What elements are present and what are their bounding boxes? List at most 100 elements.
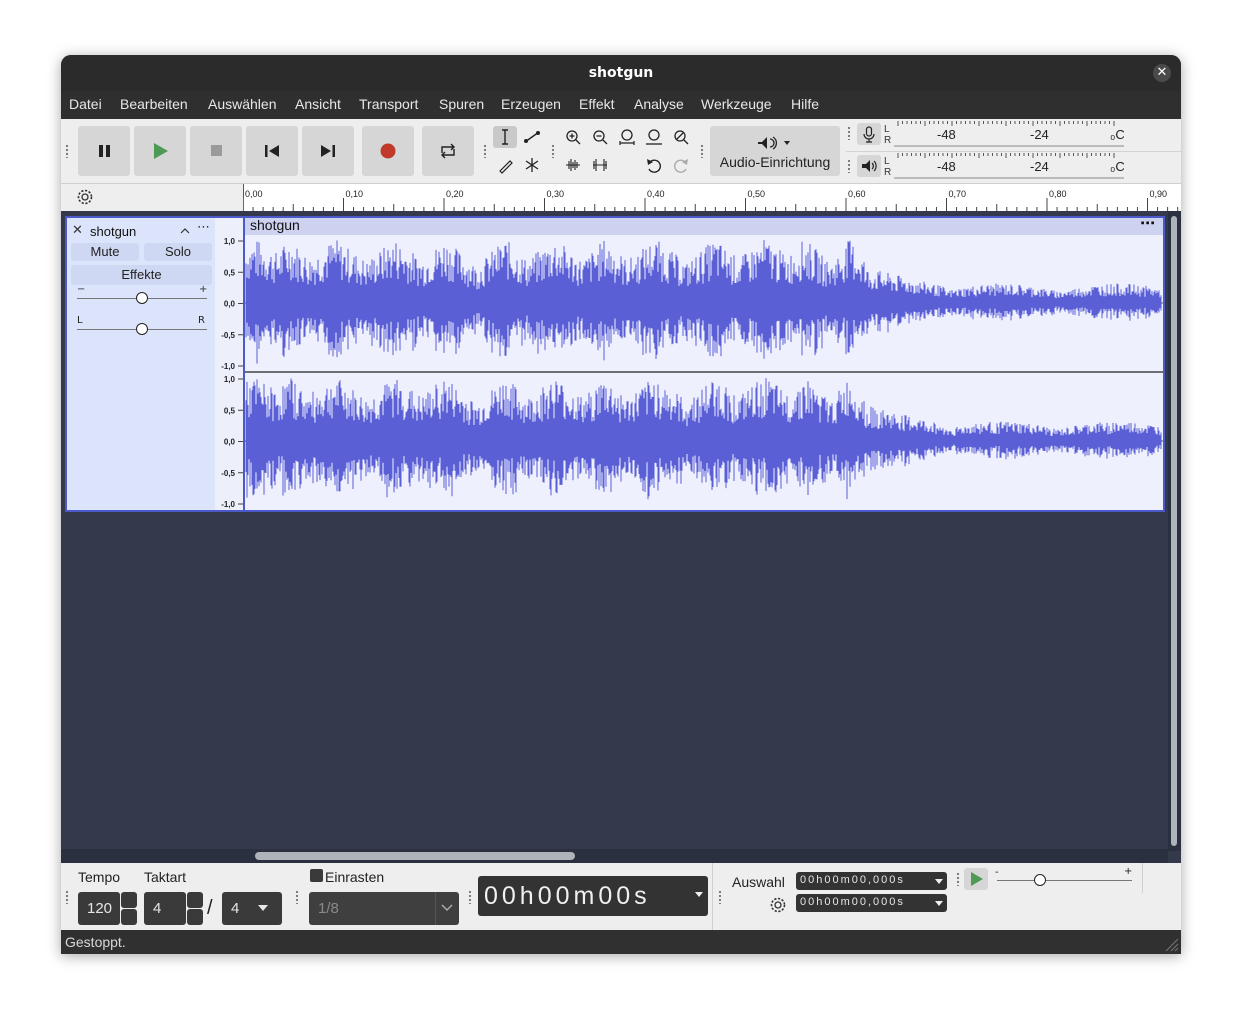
audio-clip[interactable]: shotgun ⋯ bbox=[243, 214, 1165, 512]
record-meter-button[interactable] bbox=[857, 123, 881, 145]
audio-setup-grip[interactable] bbox=[700, 144, 704, 158]
horizontal-scrollbar[interactable] bbox=[61, 849, 1168, 863]
undo-icon bbox=[647, 159, 661, 173]
tempo-input[interactable]: 120 bbox=[78, 892, 120, 925]
play-at-speed-grip[interactable] bbox=[956, 872, 960, 886]
selection-tool-button[interactable] bbox=[493, 126, 517, 148]
redo-button[interactable] bbox=[669, 154, 693, 176]
skip-to-end-button[interactable] bbox=[302, 126, 354, 176]
menu-auswaehlen[interactable]: Auswählen bbox=[208, 96, 277, 112]
record-meter[interactable]: LR -48 -24 ₀C bbox=[884, 121, 1124, 147]
waveform-channel-2 bbox=[245, 378, 1162, 500]
beats-decrement-button[interactable] bbox=[187, 909, 203, 925]
time-display-grip[interactable] bbox=[468, 890, 472, 904]
audio-setup-button[interactable]: Audio-Einrichtung bbox=[710, 126, 840, 176]
zoom-toggle-button[interactable] bbox=[669, 126, 693, 148]
waveform[interactable] bbox=[245, 235, 1163, 510]
menu-transport[interactable]: Transport bbox=[359, 96, 418, 112]
fit-selection-button[interactable] bbox=[615, 126, 639, 148]
close-track-icon[interactable]: ✕ bbox=[72, 223, 83, 238]
menu-bearbeiten[interactable]: Bearbeiten bbox=[120, 96, 188, 112]
amplitude-scale[interactable]: 1,0 0,5 0,0 -0,5 -1,0 1,0 0,5 0,0 -0,5 -1,0 bbox=[215, 216, 243, 512]
selection-start-field[interactable]: 00h00m00,000s bbox=[796, 872, 947, 890]
chevron-down-icon bbox=[935, 901, 943, 906]
menu-analyse[interactable]: Analyse bbox=[634, 96, 684, 112]
close-window-button[interactable]: ✕ bbox=[1153, 64, 1171, 82]
silence-selection-button[interactable] bbox=[588, 154, 612, 176]
skip-to-start-icon bbox=[265, 145, 279, 157]
timeline-ruler[interactable]: 0,00 0,10 0,20 0,30 0,40 0,50 0,60 0,70 0,80 0,90 bbox=[242, 184, 1181, 212]
resize-grip-icon[interactable] bbox=[1163, 936, 1179, 952]
playback-meter[interactable]: LR -48 -24 ₀C bbox=[884, 153, 1124, 179]
playback-meter-grip[interactable] bbox=[847, 159, 851, 173]
trim-outside-button[interactable] bbox=[561, 154, 585, 176]
fit-project-button[interactable] bbox=[642, 126, 666, 148]
record-button[interactable] bbox=[362, 126, 414, 176]
tempo-decrement-button[interactable] bbox=[121, 909, 137, 925]
vertical-scrollbar[interactable] bbox=[1168, 211, 1181, 851]
menu-effekt[interactable]: Effekt bbox=[579, 96, 615, 112]
track-menu-icon[interactable]: ⋯ bbox=[197, 220, 210, 235]
selection-end-field[interactable]: 00h00m00,000s bbox=[796, 894, 947, 912]
snap-interval-select[interactable]: 1/8 bbox=[309, 892, 459, 925]
vertical-scroll-thumb[interactable] bbox=[1171, 216, 1177, 846]
clip-menu-icon[interactable]: ⋯ bbox=[1140, 214, 1155, 232]
menu-hilfe[interactable]: Hilfe bbox=[791, 96, 819, 112]
menu-ansicht[interactable]: Ansicht bbox=[295, 96, 341, 112]
play-at-speed-button[interactable] bbox=[964, 868, 988, 890]
tempo-increment-button[interactable] bbox=[121, 892, 137, 908]
snap-grip[interactable] bbox=[295, 890, 299, 904]
speed-slider[interactable] bbox=[1034, 874, 1047, 886]
tools-grip[interactable] bbox=[483, 144, 487, 158]
time-signature-grip[interactable] bbox=[65, 890, 69, 904]
menu-spuren[interactable]: Spuren bbox=[439, 96, 484, 112]
clip-header[interactable]: shotgun ⋯ bbox=[245, 214, 1163, 235]
loop-button[interactable] bbox=[422, 126, 474, 176]
zoom-out-button[interactable] bbox=[588, 126, 612, 148]
ruler-tick-label: 0,60 bbox=[848, 189, 866, 199]
pan-slider[interactable] bbox=[136, 323, 148, 335]
amplitude-label: 0,0 bbox=[224, 300, 236, 309]
beats-input[interactable]: 4 bbox=[144, 892, 186, 925]
snap-interval-value: 1/8 bbox=[318, 900, 339, 917]
menu-werkzeuge[interactable]: Werkzeuge bbox=[701, 96, 772, 112]
envelope-tool-button[interactable] bbox=[520, 126, 544, 148]
playback-meter-button[interactable] bbox=[857, 155, 881, 177]
undo-button[interactable] bbox=[642, 154, 666, 176]
draw-tool-button[interactable] bbox=[493, 154, 517, 176]
horizontal-scroll-thumb[interactable] bbox=[255, 852, 575, 860]
play-button[interactable] bbox=[134, 126, 186, 176]
ruler-tick-label: 0,10 bbox=[346, 189, 364, 199]
snap-checkbox[interactable] bbox=[310, 869, 323, 882]
multi-tool-button[interactable] bbox=[520, 154, 544, 176]
menu-datei[interactable]: Datei bbox=[69, 96, 102, 112]
track-name[interactable]: shotgun bbox=[90, 224, 136, 239]
beat-value-select[interactable]: 4 bbox=[222, 892, 282, 925]
beats-increment-button[interactable] bbox=[187, 892, 203, 908]
time-display[interactable]: 00h00m00s bbox=[478, 876, 708, 916]
gain-slider[interactable] bbox=[136, 292, 148, 304]
toolbar-grip[interactable] bbox=[65, 144, 69, 158]
playback-meter-scale: -48 -24 ₀C bbox=[894, 153, 1124, 179]
ruler-tick-label: 0,30 bbox=[547, 189, 565, 199]
selection-settings-button[interactable] bbox=[766, 894, 790, 916]
record-meter-grip[interactable] bbox=[847, 126, 851, 140]
track-control-panel[interactable]: ✕ shotgun ⋯ Mute Solo Effekte − + L R bbox=[65, 216, 217, 512]
timeline-settings-button[interactable] bbox=[73, 186, 97, 208]
skip-to-start-button[interactable] bbox=[246, 126, 298, 176]
window-title: shotgun bbox=[588, 65, 654, 81]
fit-project-icon bbox=[646, 129, 662, 145]
selection-start-value: 00h00m00,000s bbox=[800, 874, 905, 886]
collapse-track-icon[interactable] bbox=[179, 226, 191, 236]
selection-grip[interactable] bbox=[718, 890, 722, 904]
pause-button[interactable] bbox=[78, 126, 130, 176]
mute-button[interactable]: Mute bbox=[71, 243, 139, 261]
menu-erzeugen[interactable]: Erzeugen bbox=[501, 96, 561, 112]
main-toolbar: Audio-Einrichtung LR -48 -24 ₀C LR -48 -… bbox=[61, 119, 1181, 183]
fit-selection-icon bbox=[619, 129, 635, 145]
zoom-in-button[interactable] bbox=[561, 126, 585, 148]
effects-button[interactable]: Effekte bbox=[71, 265, 212, 285]
edit-grip[interactable] bbox=[551, 144, 555, 158]
stop-button[interactable] bbox=[190, 126, 242, 176]
solo-button[interactable]: Solo bbox=[144, 243, 212, 261]
